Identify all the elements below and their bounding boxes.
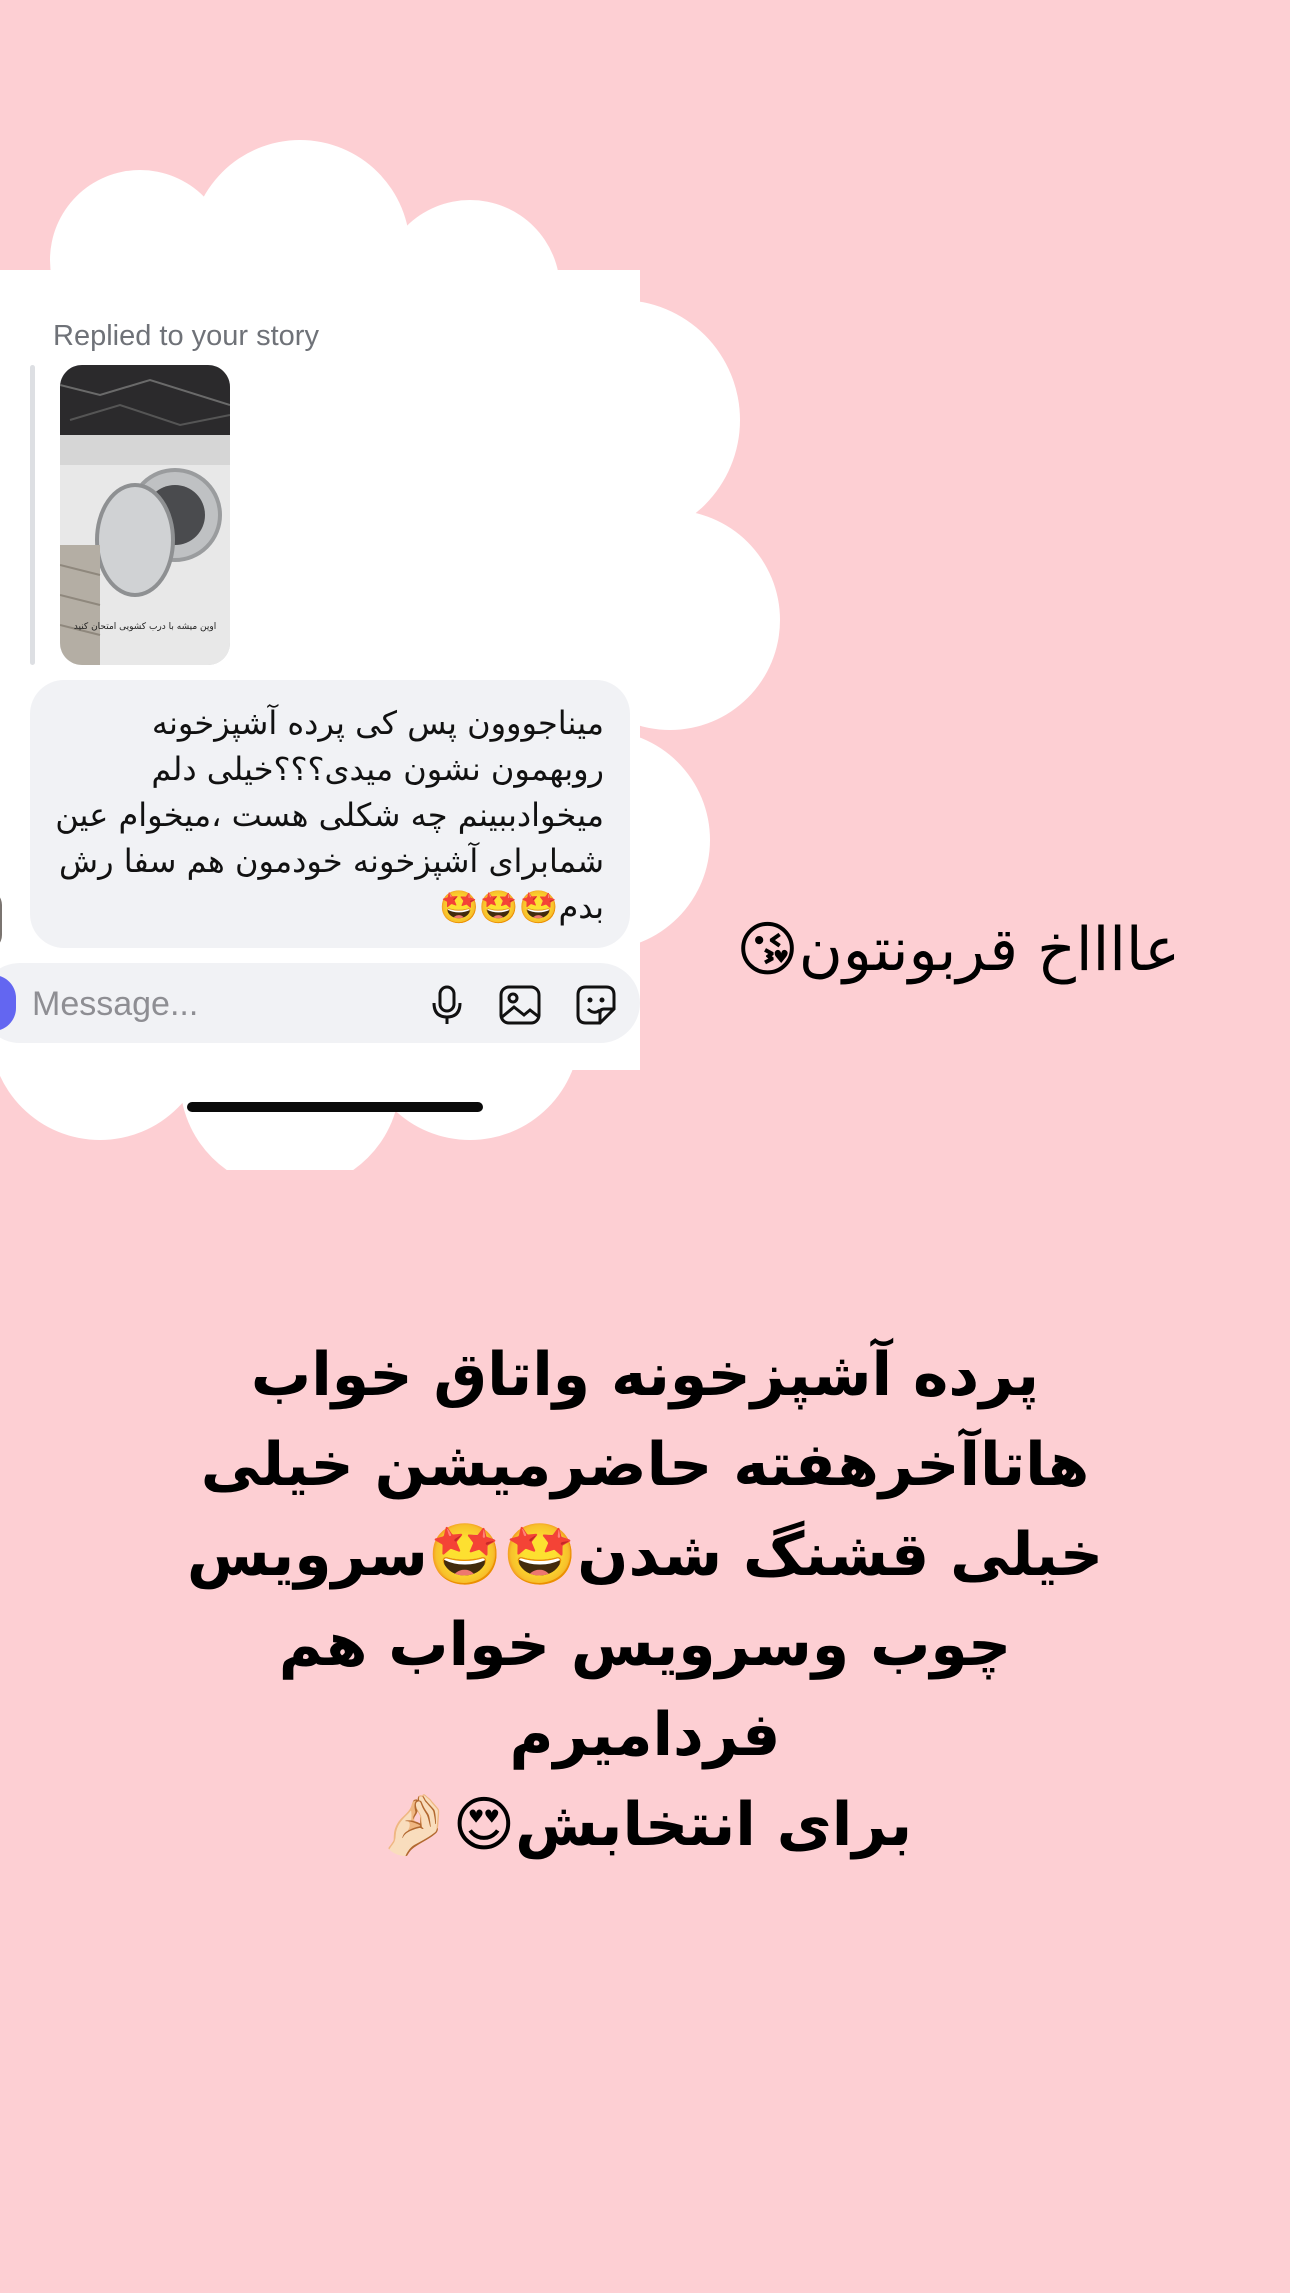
dm-screenshot: Replied to your story اوپن میشه با درب ک…: [0, 290, 750, 1050]
message-bubble[interactable]: میناجووون پس کی پرده آشپزخونه روبهمون نش…: [30, 680, 630, 948]
main-caption-line: خیلی قشنگ شدن🤩🤩سرویس: [186, 1520, 1104, 1590]
main-caption-line: هاتاآخرهفته حاضرمیشن خیلی: [200, 1430, 1090, 1500]
main-caption-line: برای انتخابش😍🤌🏻: [377, 1790, 913, 1860]
replied-to-story-label: Replied to your story: [53, 320, 319, 352]
gallery-icon[interactable]: [498, 983, 542, 1027]
message-text: میناجووون پس کی پرده آشپزخونه روبهمون نش…: [55, 704, 604, 926]
main-caption: پرده آشپزخونه واتاق خواب هاتاآخرهفته حاض…: [170, 1330, 1120, 1870]
washing-machine-image: [60, 365, 230, 665]
avatar: [0, 890, 2, 950]
main-caption-line: پرده آشپزخونه واتاق خواب: [250, 1340, 1040, 1410]
story-thumbnail[interactable]: اوپن میشه با درب کشویی امتحان کنید: [60, 365, 230, 665]
message-input[interactable]: [30, 981, 394, 1027]
reply-caption: عااااخ قربونتون😘: [736, 915, 1180, 985]
quote-bar: [30, 365, 35, 665]
sticker-icon[interactable]: [574, 983, 618, 1027]
main-caption-line: چوب وسرویس خواب هم فردامیرم: [278, 1610, 1012, 1770]
message-composer: [0, 963, 640, 1043]
camera-button[interactable]: [0, 975, 16, 1031]
home-indicator: [187, 1102, 483, 1112]
microphone-icon[interactable]: [425, 983, 469, 1027]
story-caption: اوپن میشه با درب کشویی امتحان کنید: [73, 622, 217, 632]
